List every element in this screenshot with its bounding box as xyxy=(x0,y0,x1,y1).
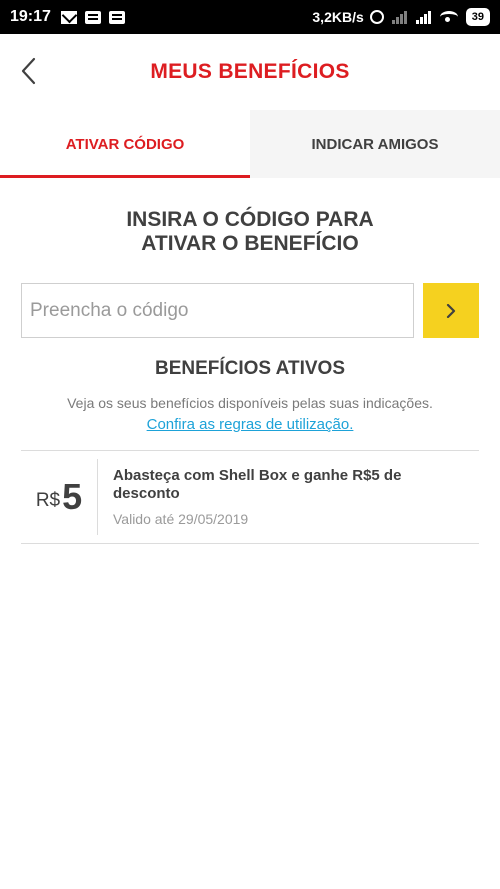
network-speed: 3,2KB/s xyxy=(312,9,364,25)
benefit-amount: R$ 5 xyxy=(21,451,97,543)
tab-refer-friends[interactable]: INDICAR AMIGOS xyxy=(250,110,500,178)
submit-code-button[interactable] xyxy=(423,283,479,338)
tab-activate-code[interactable]: ATIVAR CÓDIGO xyxy=(0,110,250,178)
benefit-valid-until: Valido até 29/05/2019 xyxy=(113,511,249,527)
activate-instruction: INSIRA O CÓDIGO PARA ATIVAR O BENEFÍCIO xyxy=(0,208,500,256)
alarm-icon xyxy=(369,10,384,24)
code-input[interactable] xyxy=(21,283,414,338)
app-header: MEUS BENEFÍCIOS xyxy=(0,34,500,110)
benefit-currency: R$ xyxy=(35,490,61,511)
benefit-item[interactable]: R$ 5 Abasteça com Shell Box e ganhe R$5 … xyxy=(21,451,479,543)
status-time: 19:17 xyxy=(10,8,51,25)
rules-link-wrapper: Confira as regras de utilização. xyxy=(0,416,500,433)
rules-link[interactable]: Confira as regras de utilização. xyxy=(147,416,354,433)
divider-bottom xyxy=(21,543,479,544)
instruction-line-1: INSIRA O CÓDIGO PARA xyxy=(126,208,374,231)
mail-notification-icon xyxy=(60,10,77,24)
battery-icon: 39 xyxy=(465,8,490,26)
document-notification-icon-2 xyxy=(108,10,125,24)
benefit-value: 5 xyxy=(62,476,83,517)
chevron-right-icon xyxy=(446,303,456,318)
page-title: MEUS BENEFÍCIOS xyxy=(150,60,350,83)
benefit-description: Abasteça com Shell Box e ganhe R$5 de de… xyxy=(113,467,402,502)
active-benefits-description: Veja os seus benefícios disponíveis pela… xyxy=(67,395,433,411)
benefit-separator xyxy=(97,459,98,535)
status-right: 3,2KB/s 39 xyxy=(312,8,490,26)
document-notification-icon xyxy=(84,10,101,24)
signal-icon-2 xyxy=(415,10,432,24)
wifi-icon xyxy=(439,11,458,23)
status-bar: 19:17 3,2KB/s 39 xyxy=(0,0,500,34)
instruction-line-2: ATIVAR O BENEFÍCIO xyxy=(141,232,359,255)
tab-bar: ATIVAR CÓDIGO INDICAR AMIGOS xyxy=(0,110,500,178)
active-benefits-title: BENEFÍCIOS ATIVOS xyxy=(154,358,346,379)
signal-icon xyxy=(391,10,408,24)
